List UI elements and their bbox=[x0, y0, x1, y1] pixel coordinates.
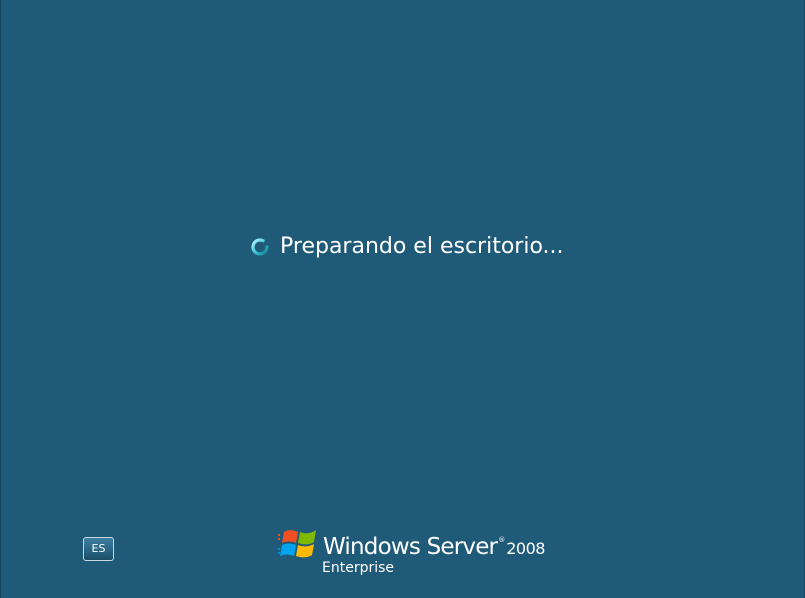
welcome-screen: Preparando el escritorio... ES Windows S… bbox=[0, 0, 805, 598]
product-name: Windows Server bbox=[323, 534, 498, 560]
windows-server-logo: Windows Server®2008 Enterprise bbox=[278, 524, 545, 584]
busy-spinner-icon bbox=[251, 237, 269, 256]
product-name-line: Windows Server®2008 bbox=[323, 534, 545, 560]
product-version: 2008 bbox=[506, 539, 545, 558]
language-button[interactable]: ES bbox=[83, 537, 114, 561]
screen-edge-left bbox=[0, 0, 1, 598]
status-message: Preparando el escritorio... bbox=[280, 234, 564, 259]
status-area: Preparando el escritorio... bbox=[250, 234, 564, 259]
trademark-symbol: ® bbox=[498, 536, 506, 544]
windows-flag-icon bbox=[278, 530, 316, 558]
product-edition: Enterprise bbox=[322, 560, 395, 576]
